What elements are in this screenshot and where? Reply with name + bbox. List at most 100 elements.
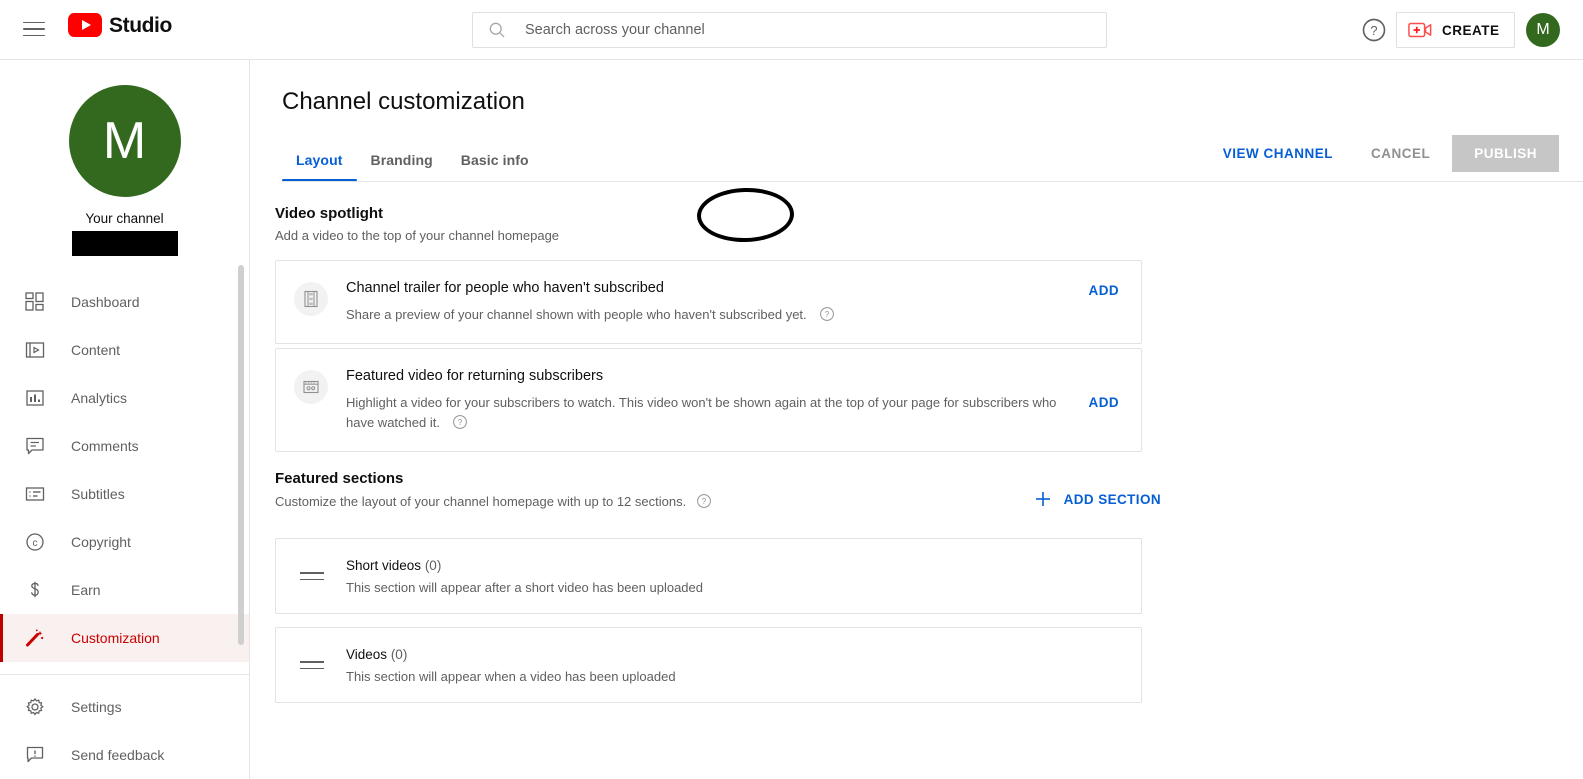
youtube-play-icon	[68, 13, 102, 37]
page-actions: VIEW CHANNEL CANCEL PUBLISH	[1207, 135, 1559, 172]
sidebar-item-label: Settings	[71, 699, 122, 715]
svg-text:?: ?	[458, 419, 463, 428]
sidebar-item-subtitles[interactable]: Subtitles	[0, 470, 249, 518]
bar-chart-icon	[23, 386, 47, 410]
channel-identity-block: M Your channel	[0, 60, 249, 256]
sidebar-item-label: Subtitles	[71, 486, 125, 502]
create-button-label: CREATE	[1442, 22, 1500, 38]
sidebar-item-dashboard[interactable]: Dashboard	[0, 278, 249, 326]
help-circle-icon: ?	[1362, 18, 1386, 42]
help-circle-icon[interactable]: ?	[819, 306, 835, 322]
video-spotlight-title: Video spotlight	[275, 205, 384, 222]
sidebar-item-content[interactable]: Content	[0, 326, 249, 374]
brand-label: Studio	[109, 13, 172, 37]
view-channel-button[interactable]: VIEW CHANNEL	[1207, 136, 1349, 171]
section-description: This section will appear after a short v…	[346, 579, 703, 595]
main-content: Channel customization Layout Branding Ba…	[250, 60, 1583, 779]
hamburger-menu-icon[interactable]	[20, 15, 48, 43]
account-avatar[interactable]: M	[1526, 13, 1560, 47]
tab-bar: Layout Branding Basic info	[282, 138, 543, 182]
svg-text:?: ?	[1370, 23, 1377, 38]
tab-layout[interactable]: Layout	[282, 152, 357, 182]
featured-sections-header: Featured sections Customize the layout o…	[275, 470, 712, 509]
tab-basic-info[interactable]: Basic info	[447, 152, 543, 182]
help-circle-icon[interactable]: ?	[452, 414, 468, 430]
cancel-button[interactable]: CANCEL	[1355, 136, 1446, 171]
page-title: Channel customization	[282, 88, 525, 115]
table-row[interactable]: Videos (0) This section will appear when…	[275, 627, 1142, 703]
top-header-bar: Studio ? CREATE M	[0, 0, 1583, 60]
sidebar-item-send-feedback[interactable]: Send feedback	[0, 731, 249, 779]
create-button[interactable]: CREATE	[1396, 12, 1515, 48]
section-title: Short videos	[346, 557, 422, 573]
add-featured-video-button[interactable]: ADD	[1083, 391, 1125, 414]
sidebar-nav-list: Dashboard Content Analytics Comments Sub…	[0, 278, 249, 779]
add-section-button[interactable]: ADD SECTION	[1027, 488, 1167, 510]
search-icon	[489, 22, 505, 38]
video-spotlight-subtitle: Add a video to the top of your channel h…	[275, 228, 560, 243]
sidebar-item-earn[interactable]: Earn	[0, 566, 249, 614]
card-title: Featured video for returning subscribers	[346, 368, 604, 384]
video-camera-plus-icon	[1408, 22, 1432, 38]
sidebar-item-label: Copyright	[71, 534, 131, 550]
channel-avatar[interactable]: M	[68, 85, 181, 197]
drag-handle-icon[interactable]	[300, 564, 324, 588]
tab-branding[interactable]: Branding	[357, 152, 447, 182]
search-input[interactable]	[523, 13, 1092, 47]
video-spotlight-header: Video spotlight Add a video to the top o…	[275, 205, 559, 243]
sidebar-item-label: Customization	[71, 630, 160, 646]
svg-text:?: ?	[825, 311, 830, 320]
sidebar-item-settings[interactable]: Settings	[0, 683, 249, 731]
help-button[interactable]: ?	[1360, 16, 1388, 44]
magic-wand-icon	[23, 626, 47, 650]
card-title: Channel trailer for people who haven't s…	[346, 280, 664, 296]
dollar-sign-icon	[23, 578, 47, 602]
svg-text:c: c	[33, 538, 38, 549]
search-bar[interactable]	[472, 12, 1107, 48]
section-description: This section will appear when a video ha…	[346, 668, 676, 684]
section-count: (0)	[424, 557, 442, 573]
featured-sections-title: Featured sections	[275, 470, 404, 487]
gear-icon	[23, 695, 47, 719]
sidebar-item-label: Earn	[71, 582, 101, 598]
film-strip-icon	[294, 282, 328, 316]
video-frame-icon	[23, 338, 47, 362]
sidebar-item-label: Send feedback	[71, 747, 165, 763]
channel-name-redacted	[71, 231, 178, 256]
channel-trailer-card: Channel trailer for people who haven't s…	[275, 260, 1142, 344]
table-row[interactable]: Short videos (0) This section will appea…	[275, 538, 1142, 614]
sidebar-item-copyright[interactable]: c Copyright	[0, 518, 249, 566]
feedback-exclamation-icon	[23, 743, 47, 767]
featured-video-card: Featured video for returning subscribers…	[275, 348, 1142, 452]
section-title: Videos	[346, 646, 388, 662]
subtitles-icon	[23, 482, 47, 506]
add-section-label: ADD SECTION	[1063, 491, 1161, 507]
svg-text:?: ?	[702, 497, 707, 506]
sidebar-item-comments[interactable]: Comments	[0, 422, 249, 470]
add-channel-trailer-button[interactable]: ADD	[1083, 279, 1125, 302]
sidebar: M Your channel Dashboard Content Analyti…	[0, 60, 250, 779]
sidebar-item-label: Analytics	[71, 390, 128, 406]
tab-bar-divider	[282, 181, 1583, 182]
sidebar-divider	[0, 674, 249, 675]
comment-bubble-icon	[23, 434, 47, 458]
publish-button[interactable]: PUBLISH	[1452, 135, 1559, 172]
your-channel-label: Your channel	[85, 211, 164, 226]
featured-video-icon	[294, 370, 328, 404]
annotation-ellipse-basic-info	[696, 186, 795, 244]
youtube-studio-logo[interactable]: Studio	[68, 13, 172, 37]
sidebar-item-customization[interactable]: Customization	[0, 614, 249, 662]
sidebar-item-analytics[interactable]: Analytics	[0, 374, 249, 422]
copyright-icon: c	[23, 530, 47, 554]
plus-icon	[1035, 492, 1050, 506]
help-circle-icon[interactable]: ?	[696, 493, 712, 509]
sidebar-scrollbar[interactable]	[238, 265, 244, 645]
sidebar-item-label: Comments	[71, 438, 139, 454]
dashboard-grid-icon	[23, 290, 47, 314]
section-count: (0)	[390, 646, 408, 662]
drag-handle-icon[interactable]	[300, 653, 324, 677]
sidebar-item-label: Content	[71, 342, 121, 358]
sidebar-item-label: Dashboard	[71, 294, 140, 310]
card-description: Share a preview of your channel shown wi…	[346, 306, 807, 322]
featured-sections-subtitle: Customize the layout of your channel hom…	[275, 493, 687, 509]
